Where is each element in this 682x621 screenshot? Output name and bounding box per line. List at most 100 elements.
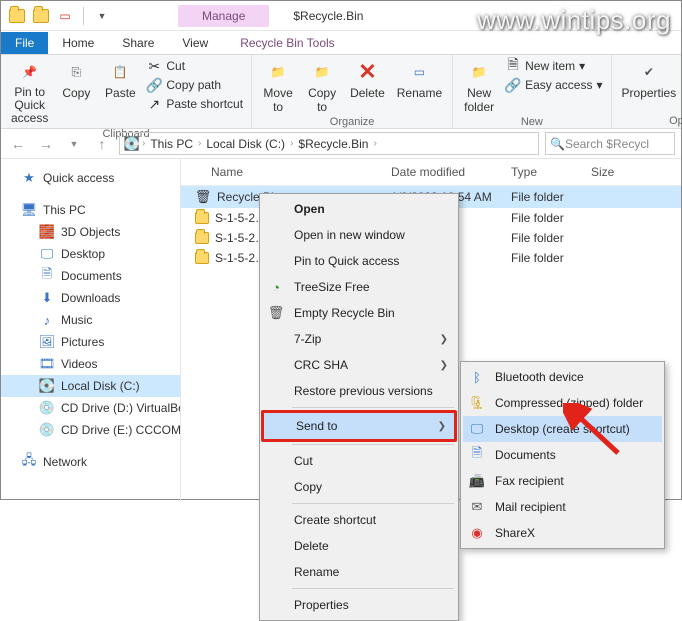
tab-share[interactable]: Share: [108, 32, 168, 54]
ctx-rename[interactable]: Rename: [262, 559, 456, 585]
downloads-icon: ⬇: [39, 290, 55, 306]
tab-view[interactable]: View: [168, 32, 222, 54]
treesize-icon: ◔: [266, 279, 286, 295]
bluetooth-icon: ᛒ: [467, 369, 487, 385]
desktop-icon: 🖵: [467, 421, 487, 437]
folder-icon: [7, 6, 27, 26]
qat-properties-icon[interactable]: ▭: [55, 6, 75, 26]
ctx-7zip[interactable]: 7-Zip❯: [262, 326, 456, 352]
ctx-open-new-window[interactable]: Open in new window: [262, 222, 456, 248]
breadcrumb-item[interactable]: Local Disk (C:): [203, 137, 288, 151]
sendto-fax[interactable]: 📠Fax recipient: [463, 468, 662, 494]
delete-button[interactable]: ✕Delete: [346, 57, 389, 102]
nav-network[interactable]: 🖧Network: [1, 451, 180, 473]
qat-folder-icon[interactable]: [31, 6, 51, 26]
move-to-button[interactable]: 📁Move to: [258, 57, 298, 116]
tab-recycle-bin-tools[interactable]: Recycle Bin Tools: [226, 32, 349, 54]
easy-access-button[interactable]: 🔗Easy access ▾: [503, 76, 604, 94]
col-size[interactable]: Size: [591, 165, 671, 179]
pin-to-quick-access-button[interactable]: 📌 Pin to Quick access: [7, 57, 52, 128]
recycle-bin-icon: 🗑: [195, 189, 211, 205]
nav-music[interactable]: ♪Music: [1, 309, 180, 331]
column-headers[interactable]: Name Date modified Type Size: [181, 159, 681, 186]
breadcrumb-item[interactable]: This PC: [147, 137, 196, 151]
qat-dropdown-icon[interactable]: ▼: [92, 6, 112, 26]
copy-to-button[interactable]: 📁Copy to: [302, 57, 342, 116]
ribbon-group-open: ✔Properties ▶Open ▾ ✎Edit 🕘History Open: [612, 55, 682, 128]
recycle-bin-icon: 🗑: [266, 305, 286, 321]
col-date[interactable]: Date modified: [391, 165, 511, 179]
ctx-create-shortcut[interactable]: Create shortcut: [262, 507, 456, 533]
pc-icon: 🖥: [21, 202, 37, 218]
nav-3d-objects[interactable]: 🧱3D Objects: [1, 221, 180, 243]
rename-button[interactable]: ▭Rename: [393, 57, 446, 102]
copy-button[interactable]: ⎘ Copy: [56, 57, 96, 102]
separator: [292, 503, 454, 504]
col-name[interactable]: Name: [191, 165, 391, 179]
copyto-icon: 📁: [309, 59, 335, 85]
title-bar: ▭ ▼ Manage $Recycle.Bin: [1, 1, 681, 31]
forward-button[interactable]: →: [35, 133, 57, 155]
fax-icon: 📠: [467, 473, 487, 489]
navigation-pane: ★Quick access 🖥This PC 🧱3D Objects 🖵Desk…: [1, 159, 181, 501]
copy-path-button[interactable]: 🔗Copy path: [144, 76, 245, 94]
sendto-bluetooth[interactable]: ᛒBluetooth device: [463, 364, 662, 390]
sendto-sharex[interactable]: ◉ShareX: [463, 520, 662, 546]
sendto-desktop-shortcut[interactable]: 🖵Desktop (create shortcut): [463, 416, 662, 442]
sendto-documents[interactable]: 🗎Documents: [463, 442, 662, 468]
breadcrumb[interactable]: 💽 › This PC › Local Disk (C:) › $Recycle…: [119, 132, 539, 155]
ctx-send-to[interactable]: Send to❯: [264, 413, 454, 439]
nav-videos[interactable]: 🎞Videos: [1, 353, 180, 375]
nav-this-pc[interactable]: 🖥This PC: [1, 199, 180, 221]
properties-button[interactable]: ✔Properties: [618, 57, 681, 102]
nav-documents[interactable]: 🗎Documents: [1, 265, 180, 287]
ctx-open[interactable]: Open: [262, 196, 456, 222]
manage-context-tab[interactable]: Manage: [178, 5, 269, 27]
ctx-restore-previous[interactable]: Restore previous versions: [262, 378, 456, 404]
nav-quick-access[interactable]: ★Quick access: [1, 167, 180, 189]
new-folder-button[interactable]: 📁New folder: [459, 57, 499, 116]
properties-icon: ✔: [636, 59, 662, 85]
ribbon-tabs: File Home Share View Recycle Bin Tools: [1, 31, 681, 55]
ribbon-group-new: 📁New folder 🗎New item ▾ 🔗Easy access ▾ N…: [453, 55, 611, 128]
nav-cd-e[interactable]: 💿CD Drive (E:) CCCOMA_X64FRE_: [1, 419, 180, 441]
group-label-organize: Organize: [330, 116, 375, 128]
nav-cd-d[interactable]: 💿CD Drive (D:) VirtualBox Guest A: [1, 397, 180, 419]
pin-icon: 📌: [17, 59, 43, 85]
folder-icon: [195, 252, 209, 264]
new-item-button[interactable]: 🗎New item ▾: [503, 57, 604, 75]
paste-shortcut-button[interactable]: ↗Paste shortcut: [144, 95, 245, 113]
nav-pictures[interactable]: 🖼Pictures: [1, 331, 180, 353]
address-bar: ← → ▼ ↑ 💽 › This PC › Local Disk (C:) › …: [1, 129, 681, 159]
ctx-empty-recycle-bin[interactable]: 🗑Empty Recycle Bin: [262, 300, 456, 326]
ctx-treesize[interactable]: ◔TreeSize Free: [262, 274, 456, 300]
desktop-icon: 🖵: [39, 246, 55, 262]
sendto-mail[interactable]: ✉Mail recipient: [463, 494, 662, 520]
col-type[interactable]: Type: [511, 165, 591, 179]
ctx-delete[interactable]: Delete: [262, 533, 456, 559]
ctx-properties[interactable]: Properties: [262, 592, 456, 618]
nav-desktop[interactable]: 🖵Desktop: [1, 243, 180, 265]
ctx-cut[interactable]: Cut: [262, 448, 456, 474]
cut-icon: ✂: [146, 58, 162, 74]
folder-icon: [195, 232, 209, 244]
new-item-icon: 🗎: [505, 58, 521, 74]
search-input[interactable]: 🔍 Search $Recycl: [545, 132, 675, 155]
star-icon: ★: [21, 170, 37, 186]
nav-downloads[interactable]: ⬇Downloads: [1, 287, 180, 309]
cut-button[interactable]: ✂Cut: [144, 57, 245, 75]
tab-home[interactable]: Home: [48, 32, 108, 54]
rename-icon: ▭: [406, 59, 432, 85]
sendto-compressed[interactable]: 🗜Compressed (zipped) folder: [463, 390, 662, 416]
breadcrumb-item[interactable]: $Recycle.Bin: [295, 137, 371, 151]
ctx-pin-quick-access[interactable]: Pin to Quick access: [262, 248, 456, 274]
back-button[interactable]: ←: [7, 133, 29, 155]
up-button[interactable]: ↑: [91, 133, 113, 155]
disc-icon: 💿: [39, 422, 55, 438]
nav-local-disk[interactable]: 💽Local Disk (C:): [1, 375, 180, 397]
recent-button[interactable]: ▼: [63, 133, 85, 155]
paste-button[interactable]: 📋 Paste: [100, 57, 140, 102]
ctx-copy[interactable]: Copy: [262, 474, 456, 500]
ctx-crc-sha[interactable]: CRC SHA❯: [262, 352, 456, 378]
tab-file[interactable]: File: [1, 32, 48, 54]
